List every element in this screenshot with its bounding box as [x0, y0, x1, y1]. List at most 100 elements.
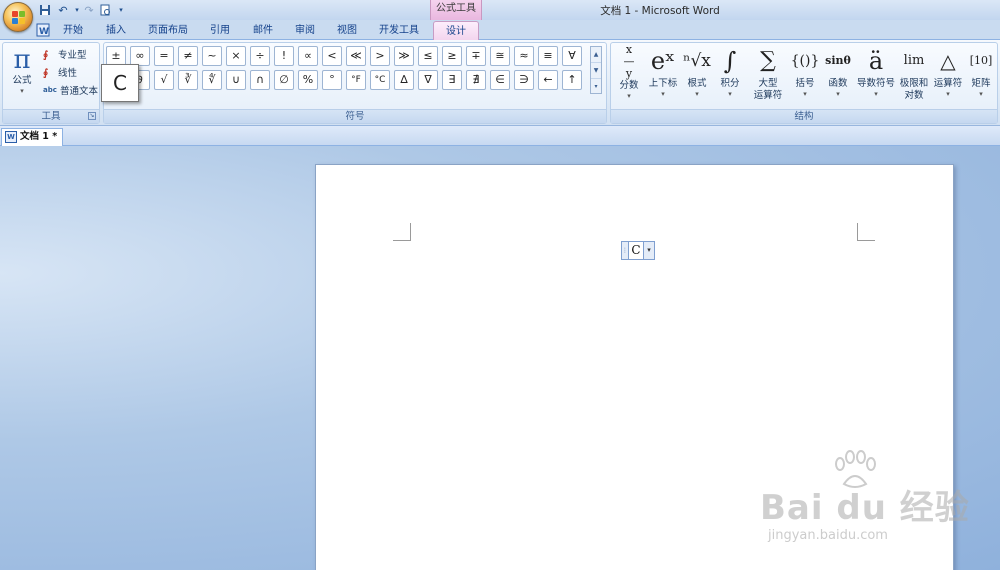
symbol-button[interactable]: ∪: [226, 70, 246, 90]
integral-label: 积分: [720, 78, 740, 89]
word-options-icon[interactable]: W: [36, 23, 50, 37]
symbol-button[interactable]: ∃: [442, 70, 462, 90]
symbol-button[interactable]: !: [274, 46, 294, 66]
symbol-button[interactable]: √: [154, 70, 174, 90]
equation-input[interactable]: C: [628, 241, 644, 260]
symbol-button[interactable]: °C: [370, 70, 390, 90]
office-button[interactable]: [3, 2, 33, 32]
symbol-button[interactable]: ∇: [418, 70, 438, 90]
svg-text:W: W: [39, 27, 49, 37]
symbol-button[interactable]: ∩: [250, 70, 270, 90]
symbol-button[interactable]: °: [322, 70, 342, 90]
equation-container[interactable]: ⋮ C ▾: [621, 241, 655, 260]
radical-button[interactable]: ⁿ√x 根式 ▾: [682, 44, 712, 98]
symbol-button[interactable]: ∞: [130, 46, 150, 66]
tab-insert[interactable]: 插入: [98, 21, 134, 40]
symbol-button[interactable]: ←: [538, 70, 558, 90]
fraction-button[interactable]: x — y 分数 ▾: [614, 44, 644, 101]
margin-corner-top-right: [857, 223, 875, 241]
symbol-button[interactable]: ÷: [250, 46, 270, 66]
svg-text:∮: ∮: [43, 50, 48, 60]
ribbon-tab-row: W 开始 插入 页面布局 引用 邮件 审阅 视图 开发工具 设计: [0, 20, 1000, 40]
linear-button[interactable]: ∮ 线性: [43, 64, 77, 80]
tab-references[interactable]: 引用: [202, 21, 238, 40]
title-bar: ↶ ▾ ↷ ▾ 公式工具 文档 1 - Microsoft Word: [0, 0, 1000, 32]
scroll-down-icon[interactable]: ▼: [591, 63, 601, 79]
symbol-button[interactable]: ~: [202, 46, 222, 66]
customize-qat-icon[interactable]: ▾: [114, 3, 128, 17]
symbol-button[interactable]: ≥: [442, 46, 462, 66]
chevron-down-icon: ▾: [695, 90, 699, 98]
symbol-button[interactable]: ∄: [466, 70, 486, 90]
undo-icon[interactable]: ↶: [56, 3, 70, 17]
symbol-button[interactable]: ×: [226, 46, 246, 66]
symbol-button[interactable]: ∜: [202, 70, 222, 90]
summation-icon: ∑: [760, 48, 776, 73]
symbol-button[interactable]: ±: [106, 46, 126, 66]
symbol-button[interactable]: ∛: [178, 70, 198, 90]
symbol-tooltip: C: [101, 64, 139, 102]
tab-page-layout[interactable]: 页面布局: [143, 21, 193, 40]
save-icon[interactable]: [38, 3, 52, 17]
scroll-up-icon[interactable]: ▲: [591, 47, 601, 63]
tab-design[interactable]: 设计: [433, 21, 479, 40]
chevron-down-icon: ▾: [20, 87, 24, 95]
redo-icon[interactable]: ↷: [82, 3, 96, 17]
symbol-button[interactable]: ∝: [298, 46, 318, 66]
tab-developer[interactable]: 开发工具: [373, 21, 425, 40]
integral-button[interactable]: ∫ 积分 ▾: [715, 44, 745, 98]
print-preview-icon[interactable]: [98, 3, 112, 17]
document-tab[interactable]: W 文档 1 *: [1, 128, 63, 146]
symbol-button[interactable]: ≈: [514, 46, 534, 66]
symbol-button[interactable]: <: [322, 46, 342, 66]
accent-button[interactable]: ä 导数符号 ▾: [856, 44, 896, 98]
formula-button[interactable]: π 公式 ▾: [5, 45, 39, 95]
tab-mailings[interactable]: 邮件: [245, 21, 281, 40]
operator-button[interactable]: △ 运算符 ▾: [932, 44, 964, 98]
symbol-button[interactable]: ≅: [490, 46, 510, 66]
plain-text-button[interactable]: abc 普通文本: [43, 82, 98, 98]
symbols-group-label: 符号: [104, 109, 606, 123]
tab-home[interactable]: 开始: [55, 21, 91, 40]
document-tab-strip: W 文档 1 *: [0, 126, 1000, 146]
large-operator-label: 大型: [758, 78, 778, 89]
limit-log-label-2: 对数: [904, 90, 924, 101]
word-document-icon: W: [5, 131, 17, 143]
operator-label: 运算符: [933, 78, 963, 89]
script-button[interactable]: eˣ 上下标 ▾: [646, 44, 680, 98]
dialog-launcher-icon[interactable]: ↘: [88, 112, 96, 120]
symbol-button[interactable]: =: [154, 46, 174, 66]
symbol-button[interactable]: ↑: [562, 70, 582, 90]
equation-handle-icon[interactable]: ⋮: [621, 241, 628, 260]
function-button[interactable]: sinθ 函数 ▾: [822, 44, 854, 98]
symbol-button[interactable]: °F: [346, 70, 366, 90]
document-workspace: ⋮ C ▾: [0, 146, 1000, 570]
symbol-button[interactable]: >: [370, 46, 390, 66]
symbol-button[interactable]: ∀: [562, 46, 582, 66]
professional-button[interactable]: ∮ 专业型: [43, 46, 87, 62]
equation-options-dropdown[interactable]: ▾: [644, 241, 655, 260]
symbol-button[interactable]: ≪: [346, 46, 366, 66]
tab-review[interactable]: 审阅: [287, 21, 323, 40]
matrix-button[interactable]: [10] 矩阵 ▾: [966, 44, 996, 98]
bracket-button[interactable]: {()} 括号 ▾: [790, 44, 820, 98]
symbol-button[interactable]: ∆: [394, 70, 414, 90]
symbol-gallery-scroll[interactable]: ▲ ▼ ▾: [590, 46, 602, 94]
document-page[interactable]: ⋮ C ▾: [315, 164, 954, 570]
symbol-button[interactable]: ∈: [490, 70, 510, 90]
chevron-down-icon: ▾: [836, 90, 840, 98]
symbol-button[interactable]: ≤: [418, 46, 438, 66]
symbol-button[interactable]: %: [298, 70, 318, 90]
symbol-button[interactable]: ∓: [466, 46, 486, 66]
large-operator-button[interactable]: ∑ 大型 运算符: [748, 44, 788, 102]
symbol-button[interactable]: ≫: [394, 46, 414, 66]
symbol-button[interactable]: ∅: [274, 70, 294, 90]
symbol-button[interactable]: ∋: [514, 70, 534, 90]
symbol-button[interactable]: ≠: [178, 46, 198, 66]
accent-label: 导数符号: [856, 78, 895, 89]
limit-log-button[interactable]: lim 极限和 对数: [898, 44, 930, 102]
chevron-down-icon: ▾: [803, 90, 807, 98]
gallery-more-icon[interactable]: ▾: [591, 79, 601, 95]
symbol-button[interactable]: ≡: [538, 46, 558, 66]
tab-view[interactable]: 视图: [329, 21, 365, 40]
